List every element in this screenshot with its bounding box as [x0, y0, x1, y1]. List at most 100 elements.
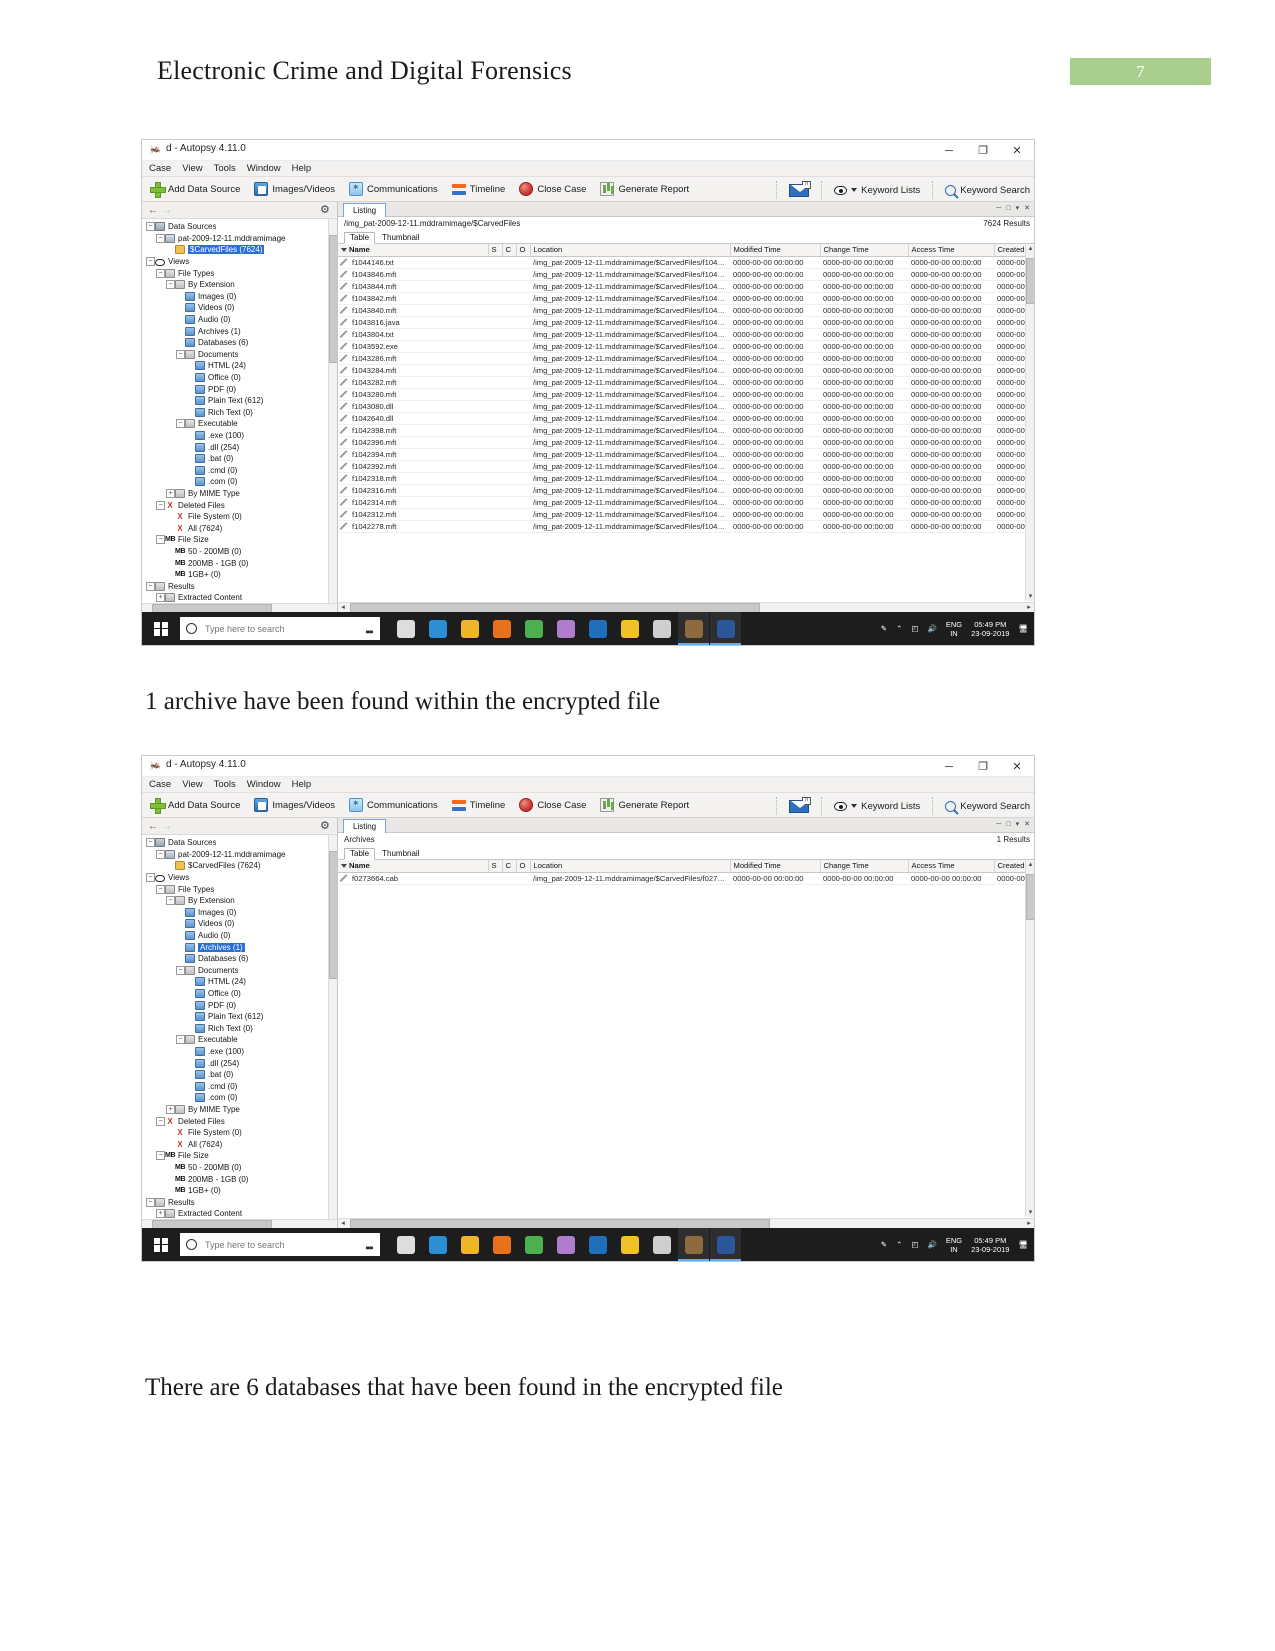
pen-icon[interactable]: ✎ [881, 1240, 887, 1249]
tree-toggle[interactable]: − [176, 1035, 185, 1045]
table-row[interactable]: f1042392.mft/img_pat-2009-12-11.mddramim… [338, 460, 1034, 473]
tree-item-html-24[interactable]: HTML (24) [142, 976, 337, 988]
tree-horizontal-scrollbar[interactable] [142, 603, 337, 613]
tree-toggle[interactable]: − [146, 838, 155, 848]
tree-toggle[interactable]: − [176, 965, 185, 975]
keyword-lists-button[interactable]: Keyword Lists [834, 801, 920, 812]
scroll-down-icon[interactable]: ▾ [1026, 1208, 1034, 1217]
tree-item-file-types[interactable]: − File Types [142, 267, 337, 279]
menu-item-view[interactable]: View [182, 163, 202, 174]
taskbar-search[interactable]: ▂ [180, 1233, 380, 1256]
tab-listing[interactable]: Listing [343, 203, 387, 217]
tree-item-rich-text-0[interactable]: Rich Text (0) [142, 1023, 337, 1035]
menu-item-help[interactable]: Help [292, 779, 312, 790]
taskbar-chrome-button[interactable] [518, 1228, 549, 1261]
network-icon[interactable]: ◰ [911, 624, 918, 633]
tree-item-views[interactable]: − Views [142, 256, 337, 268]
tree-toggle[interactable]: − [166, 280, 175, 290]
column-header-s[interactable]: S [488, 860, 503, 873]
tree-toggle[interactable]: − [146, 222, 155, 232]
taskbar-edge-button[interactable] [422, 1228, 453, 1261]
tree-toggle[interactable]: − [146, 873, 155, 883]
tree-item-deleted-files[interactable]: − X Deleted Files [142, 499, 337, 511]
pen-icon[interactable]: ✎ [881, 624, 887, 633]
table-row[interactable]: f1042394.mft/img_pat-2009-12-11.mddramim… [338, 448, 1034, 461]
scroll-down-icon[interactable]: ▾ [1026, 592, 1034, 601]
tree-item-carvedfiles-7624[interactable]: $CarvedFiles (7624) [142, 860, 337, 872]
column-header-modified-time[interactable]: Modified Time [730, 244, 821, 257]
tree-toggle[interactable]: − [146, 1197, 155, 1207]
tree-toggle[interactable]: − [156, 1116, 165, 1126]
tab-thumbnail[interactable]: Thumbnail [377, 849, 424, 859]
table-row[interactable]: f1042314.mft/img_pat-2009-12-11.mddramim… [338, 496, 1034, 509]
start-button[interactable] [142, 1228, 180, 1261]
tree-vertical-scrollbar[interactable] [328, 219, 337, 603]
tree-item-office-0[interactable]: Office (0) [142, 372, 337, 384]
tree-toggle[interactable]: − [156, 500, 165, 510]
tree-item-exe-100[interactable]: .exe (100) [142, 1046, 337, 1058]
minimize-panel-icon[interactable]: ─ [996, 821, 1001, 828]
tree-item-data-sources[interactable]: − Data Sources [142, 837, 337, 849]
messages-icon[interactable]: 0 [789, 796, 812, 813]
tree-toggle[interactable]: + [166, 1104, 175, 1114]
table-row[interactable]: f1043816.java/img_pat-2009-12-11.mddrami… [338, 316, 1034, 329]
toolbar-communications-button[interactable]: Communications [349, 182, 438, 196]
column-header-name[interactable]: Name [338, 244, 489, 257]
tree-item-200mb-1gb-0[interactable]: MB 200MB - 1GB (0) [142, 557, 337, 569]
chevron-down-icon[interactable]: ▾ [1016, 204, 1020, 212]
taskbar-outlook-button[interactable] [582, 612, 613, 645]
tab-table[interactable]: Table [344, 848, 376, 860]
tree-item-cmd-0[interactable]: .cmd (0) [142, 464, 337, 476]
toolbar-close-case-button[interactable]: Close Case [519, 182, 586, 196]
tree-toggle[interactable]: − [166, 896, 175, 906]
notifications-icon[interactable]: 🖥 [1018, 624, 1028, 633]
tree-item-results[interactable]: − Results [142, 580, 337, 592]
scrollbar-thumb[interactable] [329, 851, 337, 979]
column-header-location[interactable]: Location [530, 244, 731, 257]
tree-item-by-extension[interactable]: − By Extension [142, 279, 337, 291]
minimize-button[interactable]: ─ [932, 756, 966, 777]
maximize-button[interactable]: ❐ [966, 756, 1000, 777]
tree-item-images-0[interactable]: Images (0) [142, 291, 337, 303]
taskbar-chrome-button[interactable] [518, 612, 549, 645]
tree-item-by-extension[interactable]: − By Extension [142, 895, 337, 907]
taskbar-notes-button[interactable] [614, 1228, 645, 1261]
menu-item-case[interactable]: Case [149, 163, 171, 174]
tree-item-documents[interactable]: − Documents [142, 349, 337, 361]
tree-item-carvedfiles-7624[interactable]: $CarvedFiles (7624) [142, 244, 337, 256]
column-header-access-time[interactable]: Access Time [908, 244, 995, 257]
taskbar-calculator-button[interactable] [646, 612, 677, 645]
table-row[interactable]: f1043804.txt/img_pat-2009-12-11.mddramim… [338, 328, 1034, 341]
tree-item-html-24[interactable]: HTML (24) [142, 360, 337, 372]
table-row[interactable]: f1043284.mft/img_pat-2009-12-11.mddramim… [338, 364, 1034, 377]
tree-item-executable[interactable]: − Executable [142, 418, 337, 430]
menu-item-help[interactable]: Help [292, 163, 312, 174]
tree-item-all-7624[interactable]: X All (7624) [142, 1138, 337, 1150]
tree-item-dll-254[interactable]: .dll (254) [142, 1057, 337, 1069]
forward-button[interactable]: → [160, 204, 174, 217]
tree-item-pdf-0[interactable]: PDF (0) [142, 999, 337, 1011]
network-icon[interactable]: ◰ [911, 1240, 918, 1249]
tree-item-file-size[interactable]: − MB File Size [142, 534, 337, 546]
scroll-up-icon[interactable]: ▴ [1026, 860, 1034, 869]
listing-vertical-scrollbar[interactable]: ▴ ▾ [1025, 244, 1034, 601]
table-row[interactable]: f1043842.mft/img_pat-2009-12-11.mddramim… [338, 292, 1034, 305]
tree-item-by-mime-type[interactable]: + By MIME Type [142, 1104, 337, 1116]
tree-item-documents[interactable]: − Documents [142, 965, 337, 977]
table-row[interactable]: f1042398.mft/img_pat-2009-12-11.mddramim… [338, 424, 1034, 437]
column-header-modified-time[interactable]: Modified Time [730, 860, 821, 873]
menu-item-tools[interactable]: Tools [214, 779, 236, 790]
tree-item-databases-6[interactable]: Databases (6) [142, 953, 337, 965]
tree-item-executable[interactable]: − Executable [142, 1034, 337, 1046]
taskbar-word-button[interactable] [710, 1228, 741, 1261]
tree-item-bat-0[interactable]: .bat (0) [142, 453, 337, 465]
tree-item-plain-text-612[interactable]: Plain Text (612) [142, 1011, 337, 1023]
language-indicator[interactable]: ENG IN [946, 620, 962, 638]
clock[interactable]: 05:49 PM 23-09-2019 [971, 620, 1009, 638]
taskbar-task-view-button[interactable] [390, 612, 421, 645]
tree-horizontal-scrollbar[interactable] [142, 1219, 337, 1229]
tree-toggle[interactable]: − [176, 419, 185, 429]
menu-item-case[interactable]: Case [149, 779, 171, 790]
tree-vertical-scrollbar[interactable] [328, 835, 337, 1219]
show-hidden-icons-icon[interactable]: ⌃ [896, 1240, 902, 1249]
